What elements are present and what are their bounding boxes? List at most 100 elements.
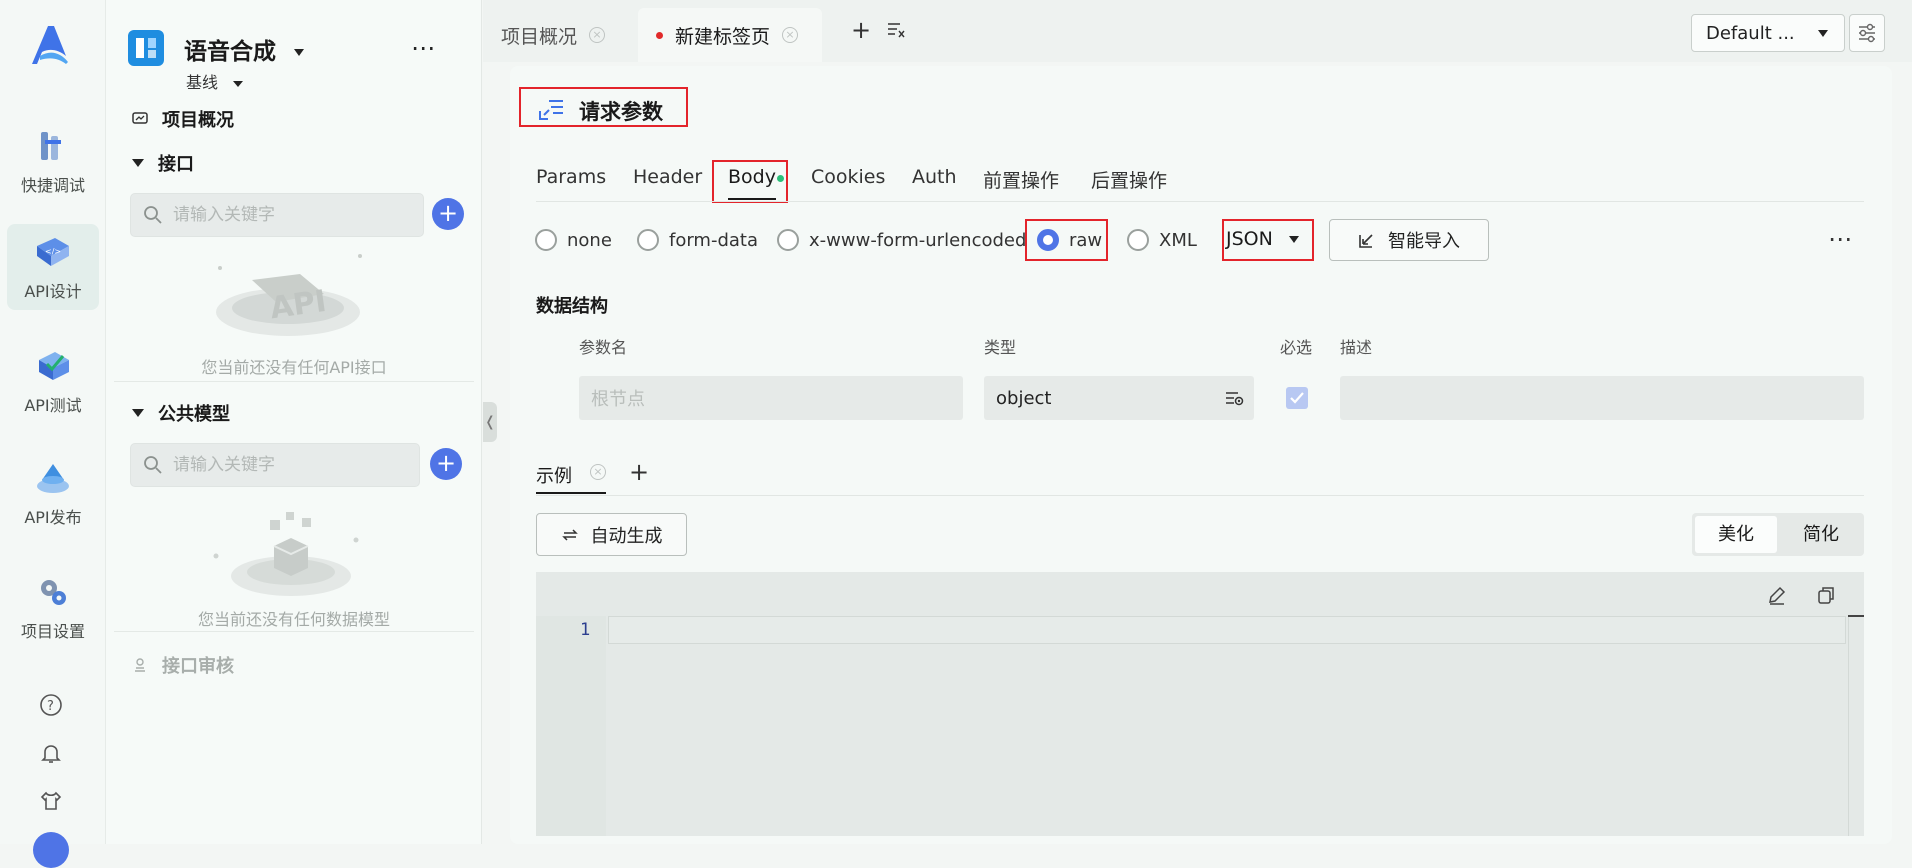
button-label: 智能导入 [1388, 231, 1460, 252]
collapse-sidebar-handle[interactable]: ❬ [483, 402, 497, 442]
check-icon [1290, 392, 1304, 404]
rail-item-label: API设计 [24, 282, 82, 301]
environment-value: Default ... [1706, 22, 1795, 44]
document-tab-bar: 项目概况 × 新建标签页 × + Default ... [483, 0, 1912, 62]
vertical-scrollbar[interactable] [1848, 616, 1864, 836]
request-params-title: 请求参数 [579, 100, 663, 124]
tab-label: 项目概况 [501, 25, 578, 48]
branch-name: 基线 [186, 73, 219, 92]
radio-none[interactable]: none [535, 229, 612, 251]
project-switcher[interactable]: 语音合成 [184, 32, 305, 66]
models-section-toggle[interactable]: 公共模型 [132, 400, 230, 426]
app-logo-icon[interactable] [26, 22, 72, 68]
environment-select[interactable]: Default ... [1691, 14, 1845, 52]
add-example-icon[interactable]: + [629, 458, 649, 486]
empty-models-text: 您当前还没有任何数据模型 [197, 610, 390, 629]
model-search-input[interactable] [173, 455, 393, 475]
line-number: 1 [580, 620, 591, 640]
empty-model-illustration [213, 512, 359, 596]
project-settings-icon [41, 580, 66, 605]
rail-item-api-design[interactable]: </> API设计 [7, 224, 99, 310]
radio-x-www-form-urlencoded[interactable]: x-www-form-urlencoded [777, 229, 1026, 251]
add-model-button[interactable]: + [430, 448, 462, 480]
divider [536, 495, 1864, 496]
dashboard-icon [132, 112, 148, 124]
quick-debug-icon [41, 132, 61, 160]
radio-circle [777, 229, 799, 251]
radio-label: raw [1069, 229, 1103, 251]
radio-circle [1127, 229, 1149, 251]
project-sidebar: 语音合成 ⋯ 基线 项目概况 接口 + API 您当前还没有任何API接口 [106, 0, 482, 844]
tab-body[interactable]: Body [728, 166, 776, 188]
copy-icon[interactable] [1815, 584, 1837, 606]
bell-icon[interactable] [38, 740, 64, 766]
body-active-dot [777, 175, 784, 182]
radio-form-data[interactable]: form-data [637, 229, 758, 251]
minify-button[interactable]: 简化 [1780, 516, 1862, 553]
more-options-icon[interactable]: ⋯ [1828, 225, 1852, 253]
sidebar-item-label: 接口审核 [162, 656, 234, 677]
project-name: 语音合成 [184, 39, 276, 65]
radio-label: form-data [669, 229, 759, 251]
help-icon[interactable]: ? [38, 692, 64, 718]
close-example-icon[interactable]: × [590, 464, 606, 480]
sidebar-item-overview[interactable]: 项目概况 [132, 106, 234, 132]
radio-xml[interactable]: XML [1127, 229, 1197, 251]
radio-label: none [567, 229, 612, 251]
radio-label: x-www-form-urlencoded [809, 229, 1027, 251]
triangle-down-icon [132, 159, 144, 167]
chevron-down-icon [1818, 30, 1828, 37]
rail-item-project-settings[interactable]: 项目设置 [7, 564, 99, 650]
avatar[interactable] [33, 832, 69, 868]
tab-post-operations[interactable]: 后置操作 [1091, 166, 1167, 193]
theme-shirt-icon[interactable] [38, 788, 64, 814]
model-search [130, 443, 420, 487]
rail-item-api-test[interactable]: API测试 [7, 338, 99, 424]
column-header-description: 描述 [1340, 338, 1373, 357]
rail-item-label: 项目设置 [20, 622, 85, 641]
tab-header[interactable]: Header [633, 166, 702, 188]
interface-search-input[interactable] [173, 205, 393, 225]
add-tab-icon[interactable]: + [851, 16, 871, 44]
rail-item-api-publish[interactable]: API发布 [7, 450, 99, 536]
branch-switcher[interactable]: 基线 [186, 69, 244, 93]
more-options-icon[interactable]: ⋯ [411, 34, 436, 62]
rail-item-quick-debug[interactable]: 快捷调试 [7, 118, 99, 204]
tab-project-overview[interactable]: 项目概况 × [483, 8, 623, 62]
sidebar-item-review[interactable]: 接口审核 [132, 652, 234, 678]
description-field[interactable] [1340, 376, 1864, 420]
tab-cookies[interactable]: Cookies [811, 166, 885, 188]
tab-params[interactable]: Params [536, 166, 606, 188]
close-tab-icon[interactable]: × [782, 27, 799, 43]
tab-list-icon[interactable] [887, 22, 905, 38]
tab-pre-operations[interactable]: 前置操作 [983, 166, 1059, 193]
unsaved-dot [656, 31, 663, 39]
scrollbar-marker [1848, 615, 1864, 617]
line-gutter [536, 616, 606, 836]
radio-circle-selected [1037, 229, 1059, 251]
radio-label: XML [1159, 229, 1197, 251]
interfaces-section-toggle[interactable]: 接口 [132, 150, 194, 176]
root-type-select[interactable]: object [984, 376, 1254, 420]
environment-settings-button[interactable] [1849, 14, 1885, 52]
active-tab-underline [536, 492, 606, 494]
radio-raw[interactable]: raw [1037, 229, 1102, 251]
required-checkbox[interactable] [1286, 387, 1308, 409]
smart-import-button[interactable]: 智能导入 [1329, 219, 1489, 261]
add-interface-button[interactable]: + [432, 198, 464, 230]
code-editor[interactable]: 1 [536, 572, 1864, 836]
tab-new-tab[interactable]: 新建标签页 × [638, 8, 822, 62]
chevron-down-icon [1288, 235, 1299, 243]
radio-circle [535, 229, 557, 251]
divider [114, 631, 474, 632]
svg-text:?: ? [47, 699, 54, 714]
section-title: 接口 [158, 154, 194, 175]
format-select[interactable]: JSON [1226, 228, 1299, 250]
tab-example[interactable]: 示例 [536, 462, 572, 488]
chevron-down-icon [233, 80, 244, 87]
tab-auth[interactable]: Auth [912, 166, 957, 188]
beautify-button[interactable]: 美化 [1695, 516, 1777, 553]
edit-pencil-icon[interactable] [1766, 584, 1788, 606]
close-tab-icon[interactable]: × [589, 27, 606, 43]
auto-generate-button[interactable]: 自动生成 [536, 513, 687, 556]
